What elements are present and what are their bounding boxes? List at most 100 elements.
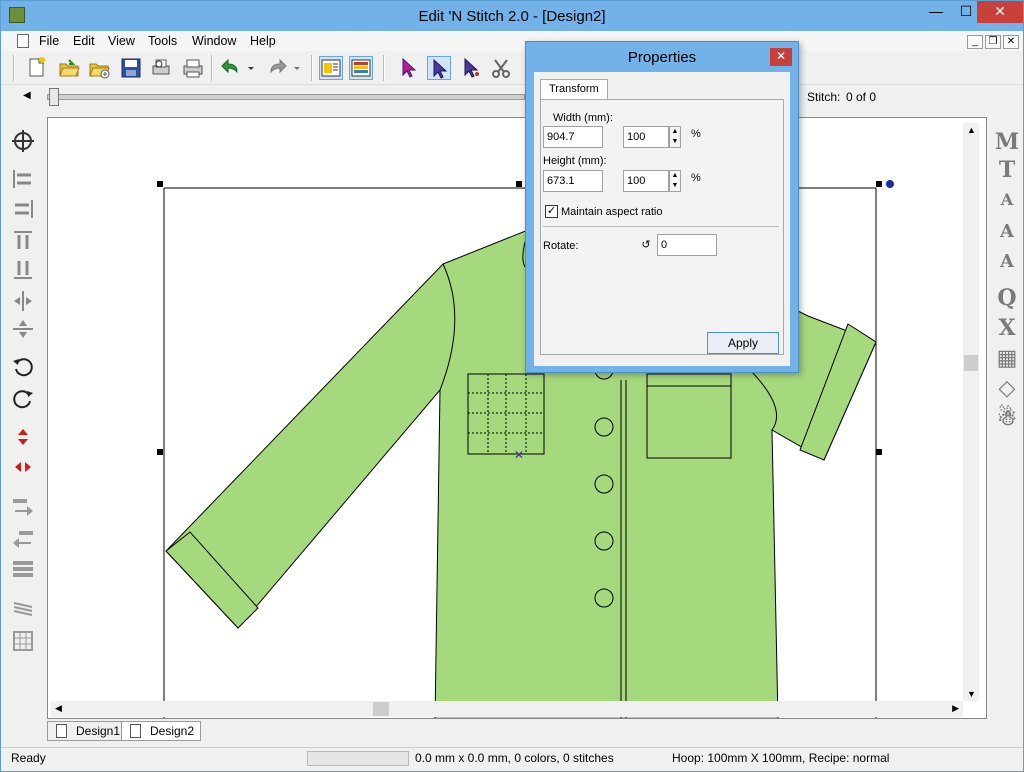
color-list-icon[interactable] <box>349 56 373 80</box>
applique-tool[interactable]: Q <box>993 285 1021 311</box>
scroll-right-icon[interactable]: ▶ <box>952 703 959 714</box>
tab-transform[interactable]: Transform <box>540 79 608 100</box>
text-arch-up-tool[interactable]: A <box>993 219 1021 245</box>
horizontal-scrollbar[interactable]: ◀ ▶ <box>51 701 963 717</box>
print-icon[interactable] <box>181 56 205 80</box>
status-bar: Ready 0.0 mm x 0.0 mm, 0 colors, 0 stitc… <box>1 747 1023 771</box>
slider-left-arrow-icon[interactable]: ◀ <box>23 90 31 101</box>
mdi-minimize-button[interactable]: _ <box>967 35 983 49</box>
width-field[interactable]: 904.7 <box>543 126 603 148</box>
menu-window[interactable]: Window <box>192 34 236 48</box>
tab-design1[interactable]: Design1 <box>47 721 128 741</box>
document-icon[interactable] <box>17 34 29 48</box>
horizontal-scroll-thumb[interactable] <box>373 702 389 716</box>
save-icon[interactable] <box>119 56 143 80</box>
fill-tool[interactable]: ▦ <box>993 345 1021 371</box>
vertical-scroll-thumb[interactable] <box>964 355 978 371</box>
dialog-body: Transform Width (mm): 904.7 100 ▲ ▼ % Hei… <box>534 72 790 366</box>
satin-fill-icon[interactable] <box>11 599 35 623</box>
scroll-down-icon[interactable]: ▼ <box>967 689 976 699</box>
rotate-left-icon[interactable] <box>11 355 35 379</box>
menu-help[interactable]: Help <box>250 34 276 48</box>
design-view-icon[interactable] <box>319 56 343 80</box>
status-progress-bar <box>307 751 409 766</box>
toolbar-separator <box>211 55 213 81</box>
stitch-value: 0 of 0 <box>846 90 877 104</box>
stitch-order-icon[interactable] <box>11 557 35 581</box>
mdi-restore-button[interactable]: ❐ <box>985 35 1001 49</box>
move-backward-icon[interactable] <box>11 527 35 551</box>
transform-panel: Width (mm): 904.7 100 ▲ ▼ % Height (mm): … <box>540 99 784 355</box>
open-add-folder-icon[interactable] <box>87 56 111 80</box>
resize-handle[interactable] <box>157 181 163 187</box>
menu-view[interactable]: View <box>108 34 135 48</box>
select-color-pointer-icon[interactable] <box>397 56 421 80</box>
percent-sign: % <box>691 172 701 184</box>
center-vertical-icon[interactable] <box>11 317 35 341</box>
resize-handle[interactable] <box>876 181 882 187</box>
shirt-design-graphic: ✕ <box>48 118 986 718</box>
cut-stitch-icon[interactable] <box>489 56 513 80</box>
rotate-right-icon[interactable] <box>11 387 35 411</box>
menu-tools[interactable]: Tools <box>148 34 177 48</box>
resize-handle[interactable] <box>157 449 163 455</box>
height-percent-stepper[interactable]: ▲ ▼ <box>669 170 681 192</box>
text-tool[interactable]: T <box>993 157 1021 183</box>
apply-button[interactable]: Apply <box>707 332 779 354</box>
height-field[interactable]: 673.1 <box>543 170 603 192</box>
divider <box>543 226 779 227</box>
rotate-handle[interactable] <box>886 180 894 188</box>
flip-vertical-icon[interactable] <box>11 425 35 449</box>
character-tool[interactable]: ☃ <box>993 405 1021 431</box>
align-right-icon[interactable] <box>11 197 35 221</box>
properties-dialog: Properties ✕ Transform Width (mm): 904.7… <box>525 41 799 373</box>
print-preview-icon[interactable] <box>149 56 173 80</box>
height-label: Height (mm): <box>543 155 607 167</box>
vertical-scrollbar[interactable]: ▲ ▼ <box>963 123 979 701</box>
mdi-close-button[interactable]: ✕ <box>1003 35 1019 49</box>
tab-design2[interactable]: Design2 <box>121 721 202 741</box>
align-left-icon[interactable] <box>11 167 35 191</box>
status-ready: Ready <box>11 751 46 765</box>
resize-handle[interactable] <box>876 449 882 455</box>
minimize-button[interactable]: — <box>921 1 951 23</box>
new-file-icon[interactable] <box>25 56 49 80</box>
flip-horizontal-icon[interactable] <box>11 455 35 479</box>
break-apart-tool[interactable]: ◇ <box>993 375 1021 401</box>
close-button[interactable]: ✕ <box>977 1 1023 23</box>
height-percent-field[interactable]: 100 <box>623 170 669 192</box>
design-canvas[interactable]: ✕ <box>47 117 987 719</box>
select-pointer-icon[interactable] <box>427 56 451 80</box>
rotate-label: Rotate: <box>543 240 579 252</box>
text-arc-tool[interactable]: A <box>993 187 1021 213</box>
center-crosshair-icon[interactable] <box>11 129 35 153</box>
status-info: 0.0 mm x 0.0 mm, 0 colors, 0 stitches <box>415 751 614 765</box>
cross-stitch-tool[interactable]: X <box>993 315 1021 341</box>
window-title: Edit 'N Stitch 2.0 - [Design2] <box>418 8 606 25</box>
width-percent-field[interactable]: 100 <box>623 126 669 148</box>
monogram-tool[interactable]: M <box>993 129 1021 155</box>
menu-file[interactable]: File <box>39 34 59 48</box>
redo-icon[interactable] <box>265 56 289 80</box>
dialog-close-button[interactable]: ✕ <box>770 48 792 66</box>
align-bottom-icon[interactable] <box>11 257 35 281</box>
node-edit-pointer-icon[interactable] <box>459 56 483 80</box>
scroll-left-icon[interactable]: ◀ <box>55 703 62 714</box>
maintain-aspect-checkbox[interactable]: ✓ <box>545 205 558 218</box>
resize-handle[interactable] <box>516 181 522 187</box>
redo-dropdown-icon[interactable] <box>291 56 303 80</box>
zoom-slider-track[interactable] <box>47 94 525 100</box>
fill-pattern-icon[interactable] <box>11 629 35 653</box>
center-horizontal-icon[interactable] <box>11 289 35 313</box>
width-percent-stepper[interactable]: ▲ ▼ <box>669 126 681 148</box>
undo-dropdown-icon[interactable] <box>245 56 257 80</box>
align-top-icon[interactable] <box>11 229 35 253</box>
rotate-field[interactable]: 0 <box>657 234 717 256</box>
menu-edit[interactable]: Edit <box>73 34 95 48</box>
move-forward-icon[interactable] <box>11 495 35 519</box>
undo-icon[interactable] <box>219 56 243 80</box>
text-arch-down-tool[interactable]: A <box>993 249 1021 275</box>
open-folder-icon[interactable] <box>57 56 81 80</box>
zoom-slider-thumb[interactable] <box>49 88 59 106</box>
scroll-up-icon[interactable]: ▲ <box>967 125 976 135</box>
